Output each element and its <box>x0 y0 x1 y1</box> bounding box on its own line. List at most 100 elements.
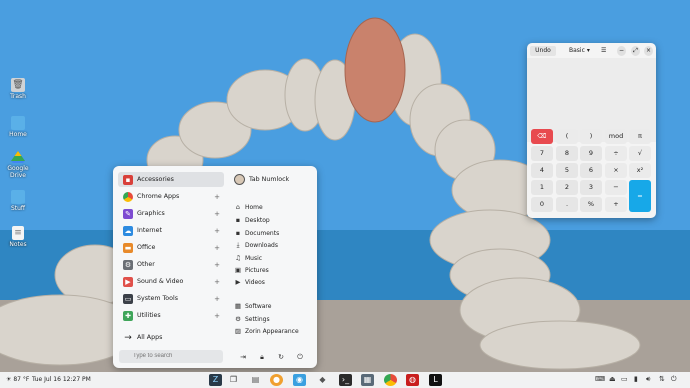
battery-icon[interactable]: ▮ <box>634 375 638 383</box>
search-input[interactable] <box>119 350 223 363</box>
menu-icon[interactable]: ☰ <box>601 46 606 56</box>
weather-widget[interactable]: ☀ 87 °F <box>6 376 29 383</box>
folder-icon <box>11 116 25 130</box>
expand-icon: + <box>214 260 220 269</box>
chrome-icon[interactable] <box>384 374 397 386</box>
folder-icon <box>11 190 25 204</box>
key-4[interactable]: 4 <box>531 163 553 178</box>
l-app-icon[interactable]: L <box>429 374 442 386</box>
menu-category-utilities[interactable]: ✚ Utilities + <box>118 308 224 323</box>
power-icon[interactable]: ⏻ <box>671 375 677 384</box>
graphics-icon: ✎ <box>123 208 133 219</box>
desktop-icon-stuff[interactable]: Stuff <box>4 190 32 212</box>
key-5[interactable]: 5 <box>556 163 578 178</box>
key-close-paren[interactable]: ) <box>580 129 602 144</box>
screen-icon[interactable]: ▭ <box>621 375 628 383</box>
place-downloads[interactable]: ⤓ Downloads <box>234 239 278 251</box>
document-icon: ≡ <box>12 226 24 240</box>
key-equals[interactable]: = <box>629 180 651 212</box>
clock[interactable]: Tue Jul 16 12:27 PM <box>32 376 91 383</box>
software-store-icon[interactable]: ◆ <box>316 374 329 386</box>
key-9[interactable]: 9 <box>580 146 602 161</box>
key-decimal[interactable]: . <box>556 197 578 212</box>
restart-icon[interactable]: ↻ <box>276 352 286 362</box>
menu-category-graphics[interactable]: ✎ Graphics + <box>118 206 224 221</box>
desktop-icon-notes[interactable]: ≡ Notes <box>4 226 32 248</box>
place-pictures[interactable]: ▣ Pictures <box>234 264 269 276</box>
key-open-paren[interactable]: ( <box>556 129 578 144</box>
system-monitor-icon[interactable]: ▦ <box>361 374 374 386</box>
workspaces-icon[interactable]: ❐ <box>227 374 240 386</box>
desktop-icon-google-drive[interactable]: Google Drive <box>4 150 32 179</box>
place-music[interactable]: ♫ Music <box>234 252 262 264</box>
system-zorin-appearance[interactable]: ▨ Zorin Appearance <box>234 325 299 337</box>
key-7[interactable]: 7 <box>531 146 553 161</box>
place-videos[interactable]: ▶ Videos <box>234 276 265 288</box>
place-documents[interactable]: ▪ Documents <box>234 227 279 239</box>
zorin-menu-icon[interactable]: Z <box>209 374 222 386</box>
key-1[interactable]: 1 <box>531 180 553 195</box>
clipboard-icon[interactable]: ▤ <box>249 374 262 386</box>
keyboard-icon[interactable]: ⌨ <box>595 375 605 383</box>
key-8[interactable]: 8 <box>556 146 578 161</box>
pictures-icon: ▣ <box>234 266 242 274</box>
all-apps-button[interactable]: → All Apps <box>118 330 224 345</box>
place-desktop[interactable]: ▪ Desktop <box>234 214 270 226</box>
key-add[interactable]: + <box>605 197 627 212</box>
menu-category-other[interactable]: ⚙ Other + <box>118 257 224 272</box>
undo-button[interactable]: Undo <box>530 46 556 56</box>
menu-category-chrome-apps[interactable]: Chrome Apps + <box>118 189 224 204</box>
home-icon: ⌂ <box>235 203 241 211</box>
start-menu: ▪ Accessories Chrome Apps + ✎ Graphics +… <box>113 166 317 368</box>
key-sqrt[interactable]: √ <box>629 146 651 161</box>
briefcase-icon: ▬ <box>123 242 133 253</box>
logout-icon[interactable]: ⇥ <box>238 352 248 362</box>
lock-icon[interactable]: 🔒︎ <box>257 352 267 362</box>
maximize-icon[interactable]: ⤢ <box>631 46 640 56</box>
menu-category-accessories[interactable]: ▪ Accessories <box>118 172 224 187</box>
user-profile[interactable]: Tab Numlock <box>234 172 289 187</box>
camera-icon[interactable]: ◉ <box>293 374 306 386</box>
expand-icon: + <box>214 209 220 218</box>
zorin-appearance-icon: ▨ <box>234 327 242 335</box>
close-icon[interactable]: × <box>644 46 653 56</box>
trash-icon: 🗑 <box>11 78 25 92</box>
system-settings[interactable]: ⚙ Settings <box>234 313 270 325</box>
media-icon: ▶ <box>123 276 133 287</box>
key-pi[interactable]: π <box>629 129 651 144</box>
key-multiply[interactable]: × <box>605 163 627 178</box>
chrome-icon <box>123 191 133 202</box>
firefox-icon[interactable]: ● <box>270 374 283 386</box>
minimize-icon[interactable]: − <box>617 46 626 56</box>
software-icon: ▦ <box>234 302 242 310</box>
terminal-icon[interactable]: ›_ <box>339 374 352 386</box>
volume-icon[interactable]: 🔊︎ <box>646 375 650 384</box>
place-home[interactable]: ⌂ Home <box>234 201 263 213</box>
red-app-icon[interactable]: ◍ <box>406 374 419 386</box>
menu-category-sound-video[interactable]: ▶ Sound & Video + <box>118 274 224 289</box>
key-divide[interactable]: ÷ <box>605 146 627 161</box>
taskbar: ☀ 87 °F Tue Jul 16 12:27 PM Z ❐ ▤ ● ◉ ◆ … <box>0 372 690 388</box>
key-mod[interactable]: mod <box>605 129 627 144</box>
power-icon[interactable]: ⏻ <box>295 352 305 362</box>
menu-category-system-tools[interactable]: ▭ System Tools + <box>118 291 224 306</box>
key-0[interactable]: 0 <box>531 197 553 212</box>
calculator-window: Undo Basic ▾ ☰ − ⤢ × ⌫ ( ) mod π 7 8 9 ÷… <box>527 43 656 218</box>
usb-icon[interactable]: ⏏ <box>609 375 616 383</box>
desktop-icon-home[interactable]: Home <box>4 116 32 138</box>
key-3[interactable]: 3 <box>580 180 602 195</box>
monitor-icon: ▭ <box>123 293 133 304</box>
key-subtract[interactable]: − <box>605 180 627 195</box>
system-software[interactable]: ▦ Software <box>234 300 272 312</box>
menu-category-office[interactable]: ▬ Office + <box>118 240 224 255</box>
key-percent[interactable]: % <box>580 197 602 212</box>
backspace-key[interactable]: ⌫ <box>531 129 553 144</box>
desktop-icon-trash[interactable]: 🗑 Trash <box>4 78 32 100</box>
arrow-right-icon: → <box>124 332 132 343</box>
menu-category-internet[interactable]: ☁ Internet + <box>118 223 224 238</box>
key-6[interactable]: 6 <box>580 163 602 178</box>
key-square[interactable]: x² <box>629 163 651 178</box>
mode-selector[interactable]: Basic ▾ <box>569 46 590 56</box>
network-icon[interactable]: ⇅ <box>659 375 665 383</box>
key-2[interactable]: 2 <box>556 180 578 195</box>
